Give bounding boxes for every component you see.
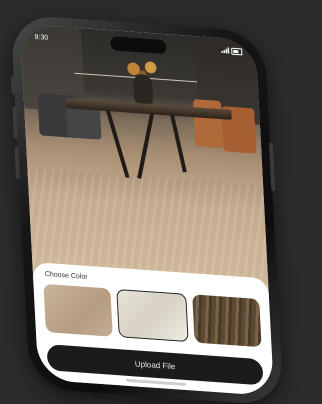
swatch-dark-walnut[interactable] (191, 294, 262, 348)
vase (132, 73, 154, 105)
table-leg (169, 113, 187, 172)
upload-file-button[interactable]: Upload File (46, 344, 264, 386)
swatch-beige-oak[interactable] (43, 284, 114, 337)
chair (192, 98, 224, 149)
home-indicator (125, 378, 187, 386)
table-leg (105, 109, 130, 178)
signal-icon (221, 47, 230, 54)
power-button (268, 142, 276, 191)
table-leg (137, 112, 155, 179)
swatch-light-grey-oak[interactable] (116, 289, 189, 343)
stage: 9:30 Choose Color Upload File (0, 0, 322, 404)
status-time: 9:30 (34, 33, 49, 42)
color-swatches (43, 284, 262, 348)
mute-switch (10, 76, 16, 95)
volume-down-button (14, 146, 21, 180)
volume-up-button (12, 106, 18, 139)
status-icons (221, 46, 243, 55)
room-preview-image (19, 23, 270, 304)
phone-mockup: 9:30 Choose Color Upload File (10, 14, 284, 404)
phone-screen: 9:30 Choose Color Upload File (19, 23, 275, 397)
battery-icon (231, 47, 243, 55)
color-picker-sheet: Choose Color Upload File (32, 262, 275, 397)
